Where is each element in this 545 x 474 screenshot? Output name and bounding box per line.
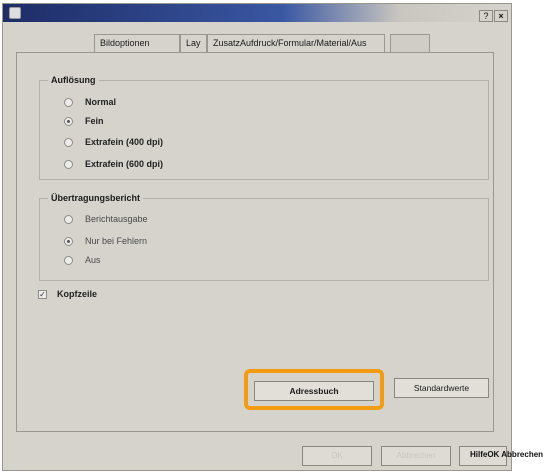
radio-normal[interactable]: [64, 97, 73, 107]
radio-extrafein-600[interactable]: [64, 159, 73, 169]
report-group-title: Übertragungsbericht: [48, 193, 144, 203]
ok-button[interactable]: OK: [302, 446, 372, 466]
option-extrafein-400[interactable]: Extrafein (400 dpi): [64, 135, 163, 149]
option-normal[interactable]: Normal: [64, 95, 116, 109]
radio-aus[interactable]: [64, 255, 73, 265]
resolution-group: Auflösung Normal Fein Extrafein (400 dpi…: [39, 75, 489, 180]
header-checkbox-row[interactable]: ✓ Kopfzeile: [38, 288, 97, 300]
tab-strip: Bildoptionen Lay ZusatzAufdruck/Formular…: [28, 34, 468, 53]
help-title-button[interactable]: ?: [479, 10, 493, 22]
footer-button-labels: HilfeOK Abbrechen: [470, 450, 544, 459]
option-nur-bei-fehlern[interactable]: Nur bei Fehlern: [64, 234, 147, 248]
tab-layout[interactable]: Lay: [180, 34, 207, 53]
option-label: Fein: [85, 116, 104, 126]
radio-berichtausgabe[interactable]: [64, 214, 73, 224]
close-button[interactable]: ×: [494, 10, 508, 22]
tab-hidden[interactable]: [390, 34, 430, 53]
option-label: Extrafein (400 dpi): [85, 137, 164, 147]
report-group: Übertragungsbericht Berichtausgabe Nur b…: [39, 193, 489, 281]
header-checkbox-label: Kopfzeile: [57, 289, 98, 299]
defaults-button[interactable]: Standardwerte: [394, 378, 489, 398]
option-fein[interactable]: Fein: [64, 114, 104, 128]
option-berichtausgabe[interactable]: Berichtausgabe: [64, 212, 148, 226]
option-aus[interactable]: Aus: [64, 253, 101, 267]
option-label: Aus: [85, 255, 101, 265]
header-checkbox[interactable]: ✓: [38, 289, 47, 299]
radio-fein[interactable]: [64, 116, 73, 126]
cancel-button[interactable]: Abbrechen: [381, 446, 451, 466]
app-icon: [9, 7, 21, 19]
radio-nur-bei-fehlern[interactable]: [64, 236, 73, 246]
option-label: Berichtausgabe: [85, 214, 148, 224]
option-label: Extrafein (600 dpi): [85, 159, 164, 169]
option-label: Nur bei Fehlern: [85, 236, 148, 246]
option-label: Normal: [85, 97, 117, 107]
tab-bildoptionen[interactable]: Bildoptionen: [94, 34, 180, 53]
radio-extrafein-400[interactable]: [64, 137, 73, 147]
resolution-group-title: Auflösung: [48, 75, 99, 85]
highlight-frame: [244, 369, 384, 410]
title-bar: ? ×: [3, 4, 511, 22]
tab-zusatz-aufdruck[interactable]: ZusatzAufdruck/Formular/Material/Aus: [207, 34, 385, 53]
option-extrafein-600[interactable]: Extrafein (600 dpi): [64, 157, 163, 171]
